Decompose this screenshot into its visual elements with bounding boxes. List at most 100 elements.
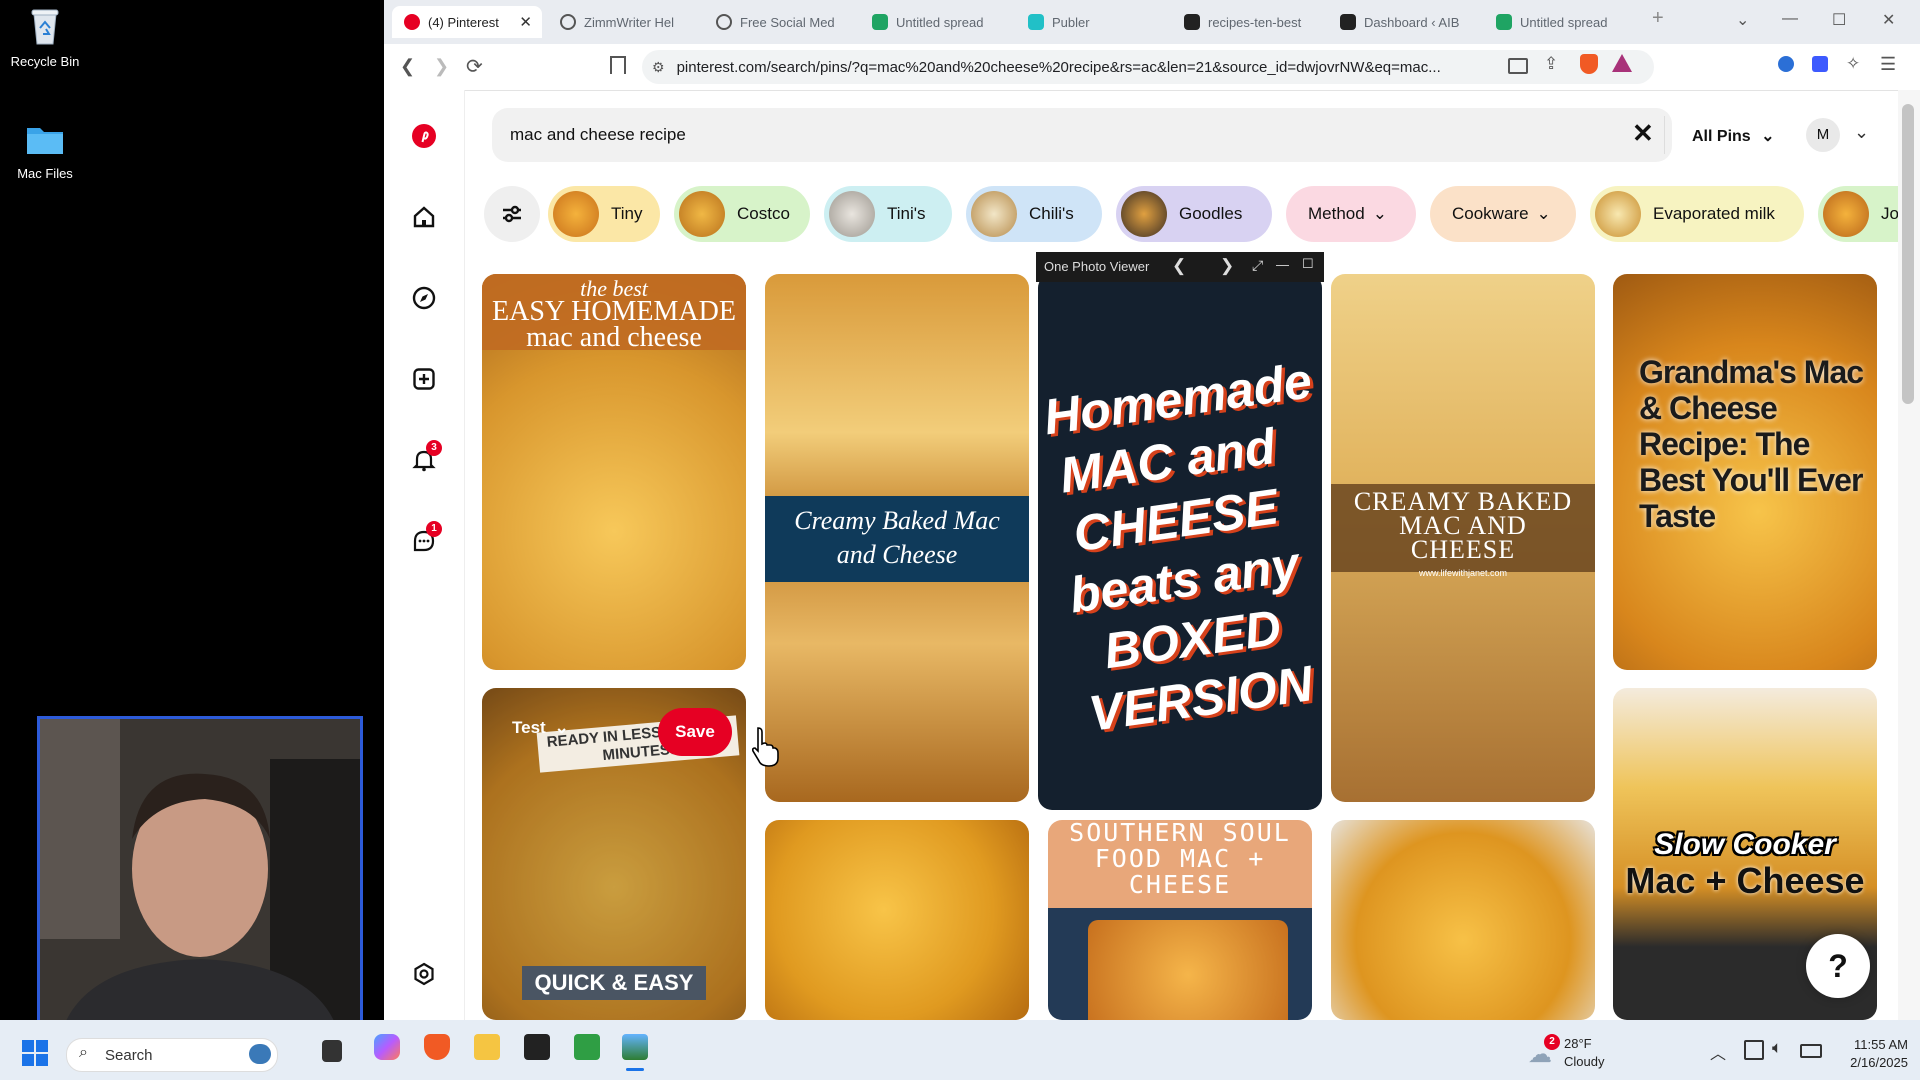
search-input[interactable]: mac and cheese recipe <box>510 125 686 145</box>
pinterest-logo-icon[interactable] <box>412 124 436 148</box>
pin-quick-easy[interactable]: READY IN LESS THAN 20 MINUTES! Test ⌄ Sa… <box>482 688 746 1020</box>
pin-title-line2: Mac + Cheese <box>1625 860 1865 901</box>
tab-label: Publer <box>1052 14 1090 30</box>
chip-tiny[interactable]: Tiny <box>548 186 660 242</box>
explore-icon[interactable] <box>412 286 436 310</box>
chip-method[interactable]: Method ⌄ <box>1286 186 1416 242</box>
scrollbar-thumb[interactable] <box>1902 104 1914 404</box>
task-view-icon[interactable] <box>322 1040 342 1062</box>
board-selector[interactable]: Test ⌄ <box>512 718 569 738</box>
tab-publer[interactable]: Publer <box>1028 6 1173 38</box>
chip-goodles[interactable]: Goodles <box>1116 186 1272 242</box>
avatar[interactable]: M <box>1806 118 1840 152</box>
filter-settings-button[interactable] <box>484 186 540 242</box>
back-icon[interactable]: ❮ <box>400 56 415 77</box>
create-icon[interactable] <box>412 367 436 391</box>
clock-date: 2/16/2025 <box>1850 1055 1908 1070</box>
chip-label: Cookware <box>1452 204 1529 223</box>
menu-icon[interactable]: ☰ <box>1880 54 1896 75</box>
pin-creamy-baked-2[interactable]: CREAMY BAKED MAC AND CHEESE www.lifewith… <box>1331 274 1595 802</box>
desktop-icon-recycle-bin[interactable]: Recycle Bin <box>0 4 90 69</box>
brave-browser-icon[interactable] <box>424 1034 450 1060</box>
pin-title-line1: Slow Cooker <box>1654 828 1836 861</box>
tab-recipes-ten-best[interactable]: recipes-ten-best <box>1184 6 1329 38</box>
maximize-icon[interactable]: ☐ <box>1832 10 1846 30</box>
maximize-viewer-icon[interactable]: ☐ <box>1302 256 1314 272</box>
tab-free-social-media[interactable]: Free Social Med <box>716 6 861 38</box>
notifications-icon[interactable]: 3 <box>412 440 442 472</box>
home-icon[interactable] <box>412 205 436 229</box>
share-icon[interactable]: ⇪ <box>1544 54 1558 74</box>
weather-temp: 28°F <box>1564 1036 1592 1051</box>
tab-label: ZimmWriter Hel <box>584 14 675 30</box>
chip-evaporated-milk[interactable]: Evaporated milk <box>1590 186 1804 242</box>
minimize-viewer-icon[interactable]: — <box>1276 257 1289 272</box>
site-settings-icon[interactable]: ⚙ <box>652 59 665 76</box>
social-media-icon <box>716 14 732 30</box>
tab-pinterest[interactable]: (4) Pinterest ✕ <box>392 6 542 38</box>
extension-icon[interactable] <box>1812 56 1828 72</box>
network-icon[interactable] <box>1744 1040 1764 1060</box>
battery-icon[interactable] <box>1800 1044 1822 1058</box>
weather-widget[interactable]: ☁ 2 28°F Cloudy <box>1528 1034 1628 1074</box>
clock[interactable]: 11:55 AM 2/16/2025 <box>1836 1036 1908 1072</box>
settings-icon[interactable] <box>412 962 436 986</box>
pin-mac-spoon[interactable] <box>765 820 1029 1020</box>
close-tab-icon[interactable]: ✕ <box>519 13 532 31</box>
brave-rewards-icon[interactable] <box>1612 54 1632 72</box>
desktop-icon-label: Recycle Bin <box>10 54 80 69</box>
help-button[interactable]: ? <box>1806 934 1870 998</box>
bookmark-icon[interactable] <box>610 56 626 74</box>
sheets-icon <box>1496 14 1512 30</box>
pin-mac-bowl[interactable] <box>1331 820 1595 1020</box>
pin-grandmas[interactable]: Grandma's Mac & Cheese Recipe: The Best … <box>1613 274 1877 670</box>
file-explorer-icon[interactable] <box>474 1034 500 1060</box>
account-chevron-icon[interactable]: ⌄ <box>1854 122 1869 143</box>
pin-easy-homemade[interactable]: the best EASY HOMEMADE mac and cheese <box>482 274 746 670</box>
chip-chilis[interactable]: Chili's <box>966 186 1102 242</box>
brave-shield-icon[interactable] <box>1580 54 1598 74</box>
desktop-icon-mac-files[interactable]: Mac Files <box>0 116 90 181</box>
extensions-puzzle-icon[interactable]: ✧ <box>1846 54 1860 74</box>
chip-costco[interactable]: Costco <box>674 186 810 242</box>
board-label: Test <box>512 718 546 737</box>
pin-creamy-baked-1[interactable]: Creamy Baked Mac and Cheese <box>765 274 1029 802</box>
save-button[interactable]: Save <box>658 708 732 756</box>
messages-icon[interactable]: 1 <box>412 521 442 553</box>
next-photo-icon[interactable]: ❯ <box>1220 256 1234 276</box>
chip-cookware[interactable]: Cookware ⌄ <box>1430 186 1576 242</box>
copilot-icon[interactable] <box>374 1034 400 1060</box>
clear-search-icon[interactable]: ✕ <box>1632 118 1654 149</box>
forward-icon[interactable]: ❯ <box>434 56 449 77</box>
pin-homemade-boxed[interactable]: Homemade MAC and CHEESE beats any BOXED … <box>1038 274 1322 810</box>
tab-dashboard[interactable]: Dashboard ‹ AIB <box>1340 6 1485 38</box>
password-manager-icon[interactable] <box>1778 56 1794 72</box>
url-field[interactable]: ⚙ pinterest.com/search/pins/?q=mac%20and… <box>642 50 1654 84</box>
tab-untitled-spreadsheet-1[interactable]: Untitled spread <box>872 6 1017 38</box>
tab-zimmwriter[interactable]: ZimmWriter Hel <box>560 6 705 38</box>
chip-tinis[interactable]: Tini's <box>824 186 952 242</box>
chip-label: Costco <box>737 204 790 223</box>
app-icon[interactable] <box>524 1034 550 1060</box>
tab-search-icon[interactable]: ⌄ <box>1736 10 1749 30</box>
close-window-icon[interactable]: ✕ <box>1882 10 1895 30</box>
new-tab-icon[interactable]: + <box>1652 7 1664 30</box>
pin-southern-soul-food[interactable]: SOUTHERN SOUL FOOD MAC + CHEESE <box>1048 820 1312 1020</box>
taskbar-search-box[interactable]: ⌕ Search <box>66 1038 278 1072</box>
prev-photo-icon[interactable]: ❮ <box>1172 256 1186 276</box>
photos-app-icon[interactable] <box>622 1034 648 1060</box>
chip-label: Evaporated milk <box>1653 204 1775 223</box>
windows-start-icon[interactable] <box>22 1040 48 1066</box>
search-highlight-icon <box>249 1044 271 1064</box>
tray-chevron-icon[interactable]: ︿ <box>1710 1040 1726 1064</box>
all-pins-dropdown[interactable]: All Pins ⌄ <box>1692 126 1775 146</box>
cast-icon[interactable] <box>1508 58 1528 74</box>
volume-icon[interactable]: 🔈︎ <box>1772 1038 1782 1058</box>
fullscreen-icon[interactable]: ⤢ <box>1252 257 1263 274</box>
spreadsheet-app-icon[interactable] <box>574 1034 600 1060</box>
chip-label: Chili's <box>1029 204 1074 223</box>
reload-icon[interactable]: ⟳ <box>466 54 483 79</box>
pinterest-search-bar[interactable]: mac and cheese recipe ✕ <box>492 108 1672 162</box>
tab-untitled-spreadsheet-2[interactable]: Untitled spread <box>1496 6 1641 38</box>
minimize-icon[interactable]: — <box>1782 10 1798 28</box>
